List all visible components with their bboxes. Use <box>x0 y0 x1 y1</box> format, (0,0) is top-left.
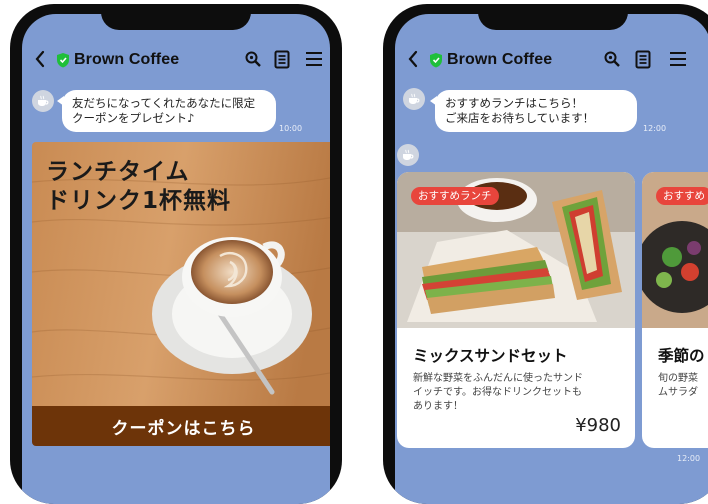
card-price: ¥980 <box>575 415 621 436</box>
chat-screen: Brown Coffee 友だちになってくれたあなたに限定 クーポンをプレゼント… <box>22 14 330 504</box>
phone-notch <box>478 4 628 30</box>
message-time: 10:00 <box>279 124 303 133</box>
coupon-title-line: ドリンク1杯無料 <box>46 188 232 214</box>
note-icon[interactable] <box>635 50 651 69</box>
coffee-avatar-icon[interactable] <box>32 90 54 112</box>
card-description: 旬の野菜 ムサラダ <box>658 372 708 400</box>
card-title: ミックスサンドセット <box>413 347 568 365</box>
card-description-line: ムサラダ <box>658 387 698 398</box>
carousel-card[interactable]: おすすめランチ ミックスサンドセット 新鮮な野菜をふんだんに使ったサンド イッチ… <box>397 172 635 448</box>
coffee-avatar-icon[interactable] <box>403 88 425 110</box>
salad-photo: おすすめ <box>642 172 708 328</box>
coupon-image[interactable]: ランチタイム ドリンク1杯無料 <box>32 142 330 406</box>
chat-header: Brown Coffee <box>395 48 708 74</box>
card-title: 季節の <box>658 347 705 365</box>
note-icon[interactable] <box>274 50 290 69</box>
message-bubble: 友だちになってくれたあなたに限定 クーポンをプレゼント♪ <box>57 90 276 132</box>
menu-icon[interactable] <box>669 50 687 68</box>
search-icon[interactable] <box>244 50 262 68</box>
card-description-line: 新鮮な野菜をふんだんに使ったサンド <box>413 373 583 384</box>
chat-screen: Brown Coffee おすすめランチはこちら！ ご来店をお待ちしています！ … <box>395 14 708 504</box>
coffee-avatar-icon[interactable] <box>397 144 419 166</box>
card-description-line: あります！ <box>413 401 463 412</box>
message-line: ご来店をお待ちしています！ <box>445 111 595 125</box>
card-description-line: イッチです。お得なドリンクセットも <box>413 387 582 398</box>
card-badge: おすすめランチ <box>411 187 499 205</box>
message-bubble: おすすめランチはこちら！ ご来店をお待ちしています！ <box>430 90 637 132</box>
bubble-tail <box>430 96 437 106</box>
message-line: おすすめランチはこちら！ <box>445 96 583 110</box>
search-icon[interactable] <box>603 50 621 68</box>
message-line: クーポンをプレゼント♪ <box>72 111 195 125</box>
phone-left: Brown Coffee 友だちになってくれたあなたに限定 クーポンをプレゼント… <box>10 4 342 504</box>
card-badge: おすすめ <box>656 187 708 205</box>
coupon-button[interactable]: クーポンはこちら <box>32 406 330 446</box>
menu-icon[interactable] <box>305 50 323 68</box>
chat-title[interactable]: Brown Coffee <box>447 51 552 69</box>
message-time: 12:00 <box>643 124 667 133</box>
message-time: 12:00 <box>677 454 701 463</box>
back-arrow-icon[interactable] <box>407 49 419 69</box>
phone-right: Brown Coffee おすすめランチはこちら！ ご来店をお待ちしています！ … <box>383 4 708 504</box>
back-arrow-icon[interactable] <box>34 49 46 69</box>
bubble-tail <box>57 96 64 106</box>
phone-notch <box>101 4 251 30</box>
chat-header: Brown Coffee <box>22 48 330 74</box>
shield-icon <box>430 53 442 68</box>
sandwich-photo: おすすめランチ <box>397 172 635 328</box>
coupon-title-line: ランチタイム <box>46 159 190 185</box>
card-description-line: 旬の野菜 <box>658 373 698 384</box>
coupon-title: ランチタイム ドリンク1杯無料 <box>46 158 231 216</box>
card-description: 新鮮な野菜をふんだんに使ったサンド イッチです。お得なドリンクセットも あります… <box>413 372 623 414</box>
shield-icon <box>57 53 69 68</box>
carousel-card[interactable]: おすすめ 季節の 旬の野菜 ムサラダ <box>642 172 708 448</box>
message-line: 友だちになってくれたあなたに限定 <box>72 96 256 110</box>
chat-title[interactable]: Brown Coffee <box>74 51 179 69</box>
